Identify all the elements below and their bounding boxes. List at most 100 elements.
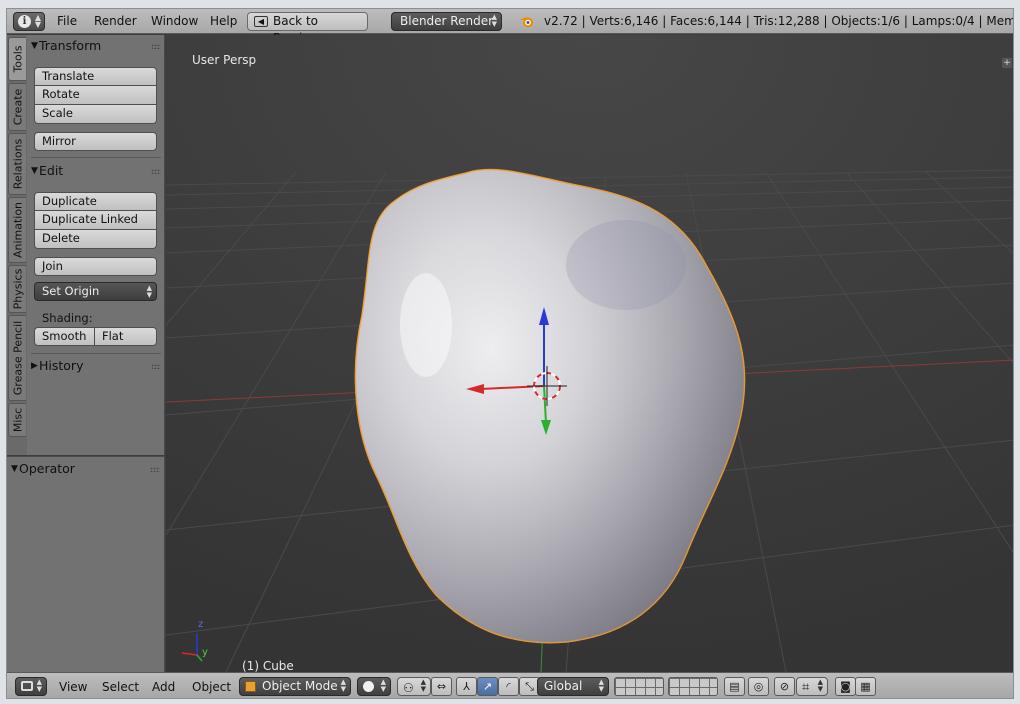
menu-add[interactable]: Add: [152, 679, 175, 695]
menu-file[interactable]: File: [57, 13, 77, 30]
rotate-arc-icon: ◜: [506, 680, 511, 693]
rock-highlight: [400, 273, 452, 377]
set-origin-dropdown[interactable]: Set Origin ▲ ▼: [34, 282, 157, 301]
axis-z-label: z: [198, 619, 204, 630]
tab-animation-label: Animation: [11, 201, 24, 259]
panel-divider: [31, 157, 161, 158]
editor-type-button[interactable]: ▲ ▼: [15, 677, 47, 696]
tab-tools[interactable]: Tools: [8, 37, 26, 81]
orientation-value: Global: [544, 679, 583, 693]
scene-layers-group-2[interactable]: [668, 677, 718, 696]
updown-arrow-icon: ▲ ▼: [491, 13, 497, 28]
delete-button[interactable]: Delete: [34, 230, 157, 249]
mirror-button[interactable]: Mirror: [34, 132, 157, 151]
collapse-triangle-icon: ▼: [31, 166, 38, 176]
expand-triangle-icon: ▶: [31, 361, 38, 371]
menu-select[interactable]: Select: [102, 679, 139, 695]
operator-panel: ▼ Operator: [7, 456, 165, 672]
operator-title: Operator: [19, 461, 75, 476]
rotate-manipulator-toggle[interactable]: ◜: [498, 677, 519, 696]
tab-animation[interactable]: Animation: [8, 197, 26, 263]
tab-relations[interactable]: Relations: [8, 133, 26, 195]
menu-view[interactable]: View: [59, 679, 87, 695]
snap-toggle[interactable]: ⊘: [774, 677, 795, 696]
manipulate-center-toggle[interactable]: ⇔: [431, 677, 452, 696]
collapse-triangle-icon: ▼: [11, 464, 18, 474]
collapse-triangle-icon: ▼: [31, 41, 38, 51]
drag-grip-icon[interactable]: [151, 44, 161, 49]
duplicate-linked-button[interactable]: Duplicate Linked: [34, 211, 157, 230]
pivot-point-dropdown[interactable]: ⚇ ▲ ▼: [397, 677, 431, 696]
camera-icon: ◙: [840, 680, 851, 693]
manipulator-toggle[interactable]: ⅄: [456, 677, 477, 696]
scene-stats: v2.72 | Verts:6,146 | Faces:6,144 | Tris…: [544, 14, 1013, 28]
menu-help[interactable]: Help: [210, 13, 237, 30]
back-arrow-icon: ◀: [254, 16, 268, 27]
scene-layers-group-1[interactable]: [614, 677, 664, 696]
history-panel-header[interactable]: ▶ History: [27, 356, 165, 376]
tab-physics[interactable]: Physics: [8, 265, 26, 313]
transform-panel-header[interactable]: ▼ Transform: [27, 36, 165, 56]
tab-misc-label: Misc: [11, 407, 24, 433]
transform-title: Transform: [39, 38, 102, 53]
manipulate-center-icon: ⇔: [436, 680, 447, 693]
solid-shading-icon: [363, 681, 374, 692]
scale-button[interactable]: Scale: [34, 105, 157, 124]
mode-dropdown[interactable]: Object Mode ▲ ▼: [239, 677, 351, 696]
manipulator-icon: ⅄: [463, 680, 470, 693]
transform-orientation-dropdown[interactable]: Global ▲ ▼: [537, 677, 609, 696]
clapper-icon: ▦: [860, 680, 871, 693]
layer-lock-icon: ▤: [729, 680, 740, 693]
duplicate-button[interactable]: Duplicate: [34, 192, 157, 211]
menu-render[interactable]: Render: [94, 13, 137, 30]
menu-object[interactable]: Object: [192, 679, 231, 695]
drag-grip-icon[interactable]: [151, 364, 161, 369]
mode-value: Object Mode: [262, 679, 338, 693]
view-label: User Persp: [192, 53, 257, 67]
join-button[interactable]: Join: [34, 257, 157, 276]
pivot-icon: ⚇: [403, 681, 414, 695]
3d-viewport[interactable]: User Persp z y (1) Cube +: [166, 35, 1014, 672]
render-opengl-button[interactable]: ◙: [835, 677, 856, 696]
operator-panel-header[interactable]: ▼ Operator: [7, 459, 164, 479]
proportional-edit-toggle[interactable]: ◎: [748, 677, 769, 696]
rock-shadow-patch: [566, 220, 686, 310]
render-animation-button[interactable]: ▦: [855, 677, 876, 696]
tab-grease-pencil-label: Grease Pencil: [11, 320, 24, 396]
viewport-header: ▲ ▼ View Select Add Object Object Mode ▲ ▼…: [7, 672, 1013, 698]
3d-view-icon: [21, 681, 33, 691]
shading-label: Shading:: [42, 311, 93, 325]
edit-title: Edit: [39, 163, 64, 178]
tool-shelf-tabs: Tools Create Relations Animation Physics…: [7, 35, 27, 455]
smooth-button[interactable]: Smooth: [34, 327, 95, 346]
axis-y-label: y: [202, 647, 208, 658]
tab-physics-label: Physics: [11, 268, 24, 310]
render-engine-value: Blender Render: [400, 14, 494, 28]
edit-panel-header[interactable]: ▼ Edit: [27, 161, 165, 181]
viewport-canvas[interactable]: [166, 35, 1014, 672]
drag-grip-icon[interactable]: [151, 169, 161, 174]
history-title: History: [39, 358, 84, 373]
drag-grip-icon[interactable]: [150, 467, 160, 472]
snap-element-dropdown[interactable]: ⌗ ▲ ▼: [796, 677, 828, 696]
panel-divider: [31, 353, 161, 354]
rotate-button[interactable]: Rotate: [34, 86, 157, 105]
flat-button[interactable]: Flat: [95, 327, 157, 346]
lock-camera-toggle[interactable]: ▤: [724, 677, 745, 696]
tab-grease-pencil[interactable]: Grease Pencil: [8, 315, 26, 401]
translate-manipulator-toggle[interactable]: ↗: [477, 677, 498, 696]
tab-misc[interactable]: Misc: [8, 403, 26, 437]
viewport-shading-dropdown[interactable]: ▲ ▼: [357, 677, 391, 696]
translate-button[interactable]: Translate: [34, 67, 157, 86]
tool-shelf: ▼ Transform Translate Rotate Scale Mirro…: [27, 35, 165, 455]
blender-logo-icon: [520, 17, 533, 28]
object-label: (1) Cube: [242, 659, 294, 672]
back-to-previous-button[interactable]: ◀ Back to Previous: [247, 12, 368, 45]
tab-create[interactable]: Create: [8, 83, 26, 131]
info-icon: i: [18, 15, 31, 28]
region-toggle-icon[interactable]: +: [1002, 58, 1012, 68]
editor-type-button[interactable]: i ▲ ▼: [13, 12, 45, 31]
updown-arrow-icon: ▲ ▼: [380, 678, 386, 693]
menu-window[interactable]: Window: [151, 13, 198, 30]
render-engine-dropdown[interactable]: Blender Render ▲ ▼: [391, 12, 502, 31]
